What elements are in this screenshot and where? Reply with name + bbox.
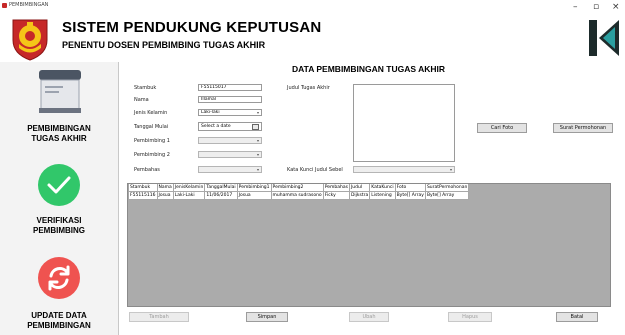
stambuk-label: Stambuk (134, 85, 157, 91)
form-title: DATA PEMBIMBINGAN TUGAS AKHIR (292, 64, 445, 74)
column-header[interactable]: Stambuk (128, 184, 158, 192)
batal-button[interactable]: Batal (556, 312, 598, 322)
table-cell[interactable]: Byte[] Array (394, 191, 426, 200)
simpan-button[interactable]: Simpan (246, 312, 288, 322)
nama-field[interactable]: Illamal (198, 96, 262, 103)
sidebar-item-label: PEMBIMBINGAN (27, 124, 91, 133)
table-header-row: Stambuk Nama JenisKelamin TanggalMulai P… (128, 184, 470, 192)
window-title: PEMBIMBINGAN (9, 2, 49, 8)
table-cell[interactable]: Dijkstra (348, 191, 371, 200)
column-header[interactable]: TanggalMulai (204, 184, 238, 192)
table-cell[interactable]: Byte[] Array (424, 191, 470, 200)
judul-label: Judul Tugas Akhir (287, 85, 330, 91)
table-cell[interactable]: muhamma sudrasono (270, 191, 324, 200)
sidebar-item-label: UPDATE DATA (31, 311, 87, 320)
data-table: Stambuk Nama JenisKelamin TanggalMulai P… (128, 184, 470, 200)
maximize-button[interactable]: ▫ (593, 2, 599, 12)
pembimbing1-select[interactable]: ▾ (198, 137, 262, 144)
sidebar-item-label: VERIFIKASI (36, 216, 82, 225)
jenis-kelamin-select[interactable]: Laki-laki ▾ (198, 109, 262, 116)
document-stack-icon (37, 66, 83, 116)
chevron-down-icon: ▾ (256, 110, 259, 115)
brand-logo-icon (587, 18, 621, 58)
minimize-button[interactable]: – (573, 2, 578, 12)
pembimbing1-label: Pembimbing 1 (134, 138, 170, 144)
kata-kunci-label: Kata Kunci Judul Sebel (287, 167, 343, 173)
stambuk-field[interactable]: F55115017 (198, 84, 262, 91)
judul-textarea[interactable] (353, 84, 455, 162)
app-subtitle: PENENTU DOSEN PEMBIMBING TUGAS AKHIR (62, 40, 266, 50)
table-cell[interactable]: Josua (156, 191, 174, 200)
table-row[interactable]: F55115116 Josua Laki-Laki 11/06/2017 Jos… (128, 191, 470, 200)
column-header[interactable]: Nama (156, 184, 174, 192)
chevron-down-icon: ▾ (256, 167, 259, 172)
column-header[interactable]: KataKunci (369, 184, 396, 192)
app-title: SISTEM PENDUKUNG KEPUTUSAN (62, 19, 322, 36)
sidebar-item-pembimbingan[interactable]: PEMBIMBINGAN TUGAS AKHIR (0, 62, 118, 154)
sidebar-item-update[interactable]: UPDATE DATA PEMBIMBINGAN (0, 250, 118, 335)
chevron-down-icon: ▾ (256, 152, 259, 157)
tanggal-mulai-label: Tanggal Mulai (134, 124, 169, 130)
pembimbing2-select[interactable]: ▾ (198, 151, 262, 158)
column-header[interactable]: Foto (394, 184, 426, 192)
table-cell[interactable]: Listening (369, 191, 396, 200)
tanggal-mulai-picker[interactable]: Select a date (198, 122, 262, 131)
sidebar-item-label: PEMBIMBING (33, 226, 85, 235)
table-cell[interactable]: F55115116 (128, 191, 158, 200)
sidebar-item-label: TUGAS AKHIR (31, 134, 87, 143)
pembahas-select[interactable]: ▾ (198, 166, 262, 173)
table-cell[interactable]: Ficky (322, 191, 350, 200)
column-header[interactable]: Pembahas (322, 184, 350, 192)
university-logo (5, 14, 55, 62)
table-cell[interactable]: Josua (236, 191, 272, 200)
refresh-icon (37, 256, 81, 300)
calendar-icon[interactable] (252, 124, 259, 130)
column-header[interactable]: Judul (348, 184, 371, 192)
window-titlebar: PEMBIMBINGAN – ▫ × (0, 0, 625, 14)
column-header[interactable]: JenisKelamin (172, 184, 206, 192)
nama-label: Nama (134, 97, 149, 103)
jenis-kelamin-label: Jenis Kelamin (134, 110, 168, 116)
column-header[interactable]: SuratPermohonan (424, 184, 470, 192)
close-button[interactable]: × (612, 2, 620, 12)
kata-kunci-select[interactable]: ▾ (353, 166, 455, 173)
ubah-button[interactable]: Ubah (349, 312, 389, 322)
chevron-down-icon: ▾ (256, 138, 259, 143)
sidebar-item-verifikasi[interactable]: VERIFIKASI PEMBIMBING (0, 160, 118, 240)
app-small-icon (2, 3, 7, 8)
chevron-down-icon: ▾ (449, 167, 452, 172)
surat-permohonan-button[interactable]: Surat Permohonan (553, 123, 613, 133)
hapus-button[interactable]: Hapus (448, 312, 492, 322)
column-header[interactable]: Pembimbing1 (236, 184, 272, 192)
table-cell[interactable]: 11/06/2017 (204, 191, 238, 200)
tanggal-mulai-value: Select a date (201, 124, 231, 129)
tambah-button[interactable]: Tambah (129, 312, 189, 322)
cari-foto-button[interactable]: Cari Foto (477, 123, 527, 133)
jenis-kelamin-value: Laki-laki (201, 110, 220, 115)
table-cell[interactable]: Laki-Laki (172, 191, 206, 200)
pembahas-label: Pembahas (134, 167, 160, 173)
pembimbing2-label: Pembimbing 2 (134, 152, 170, 158)
sidebar-item-label: PEMBIMBINGAN (27, 321, 91, 330)
checkmark-icon (37, 163, 81, 207)
data-grid[interactable]: Stambuk Nama JenisKelamin TanggalMulai P… (127, 183, 611, 307)
column-header[interactable]: Pembimbing2 (270, 184, 324, 192)
